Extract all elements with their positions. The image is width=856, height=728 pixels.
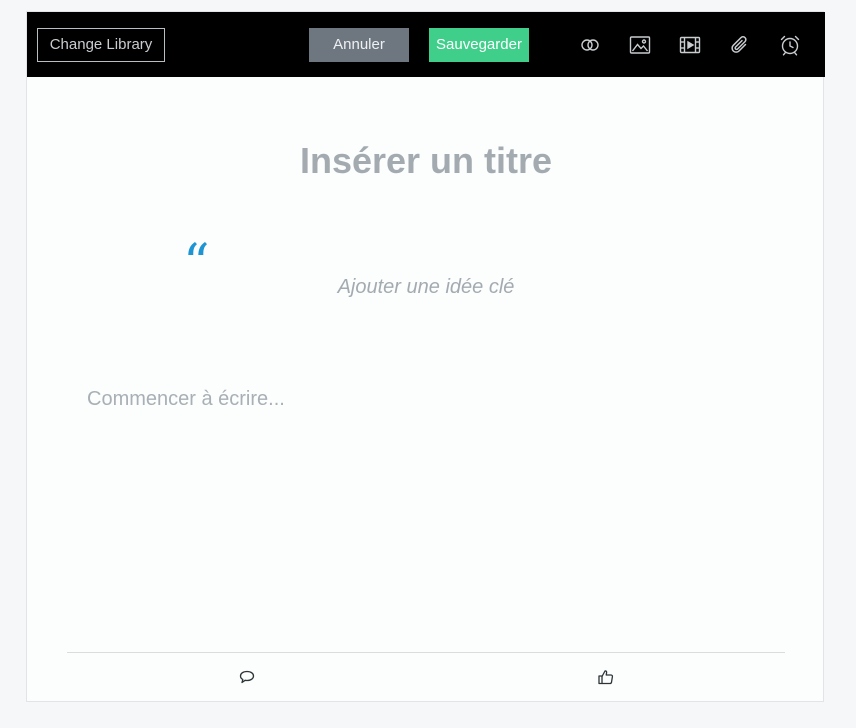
footer-divider <box>67 652 785 653</box>
thumbs-up-icon[interactable] <box>597 668 615 686</box>
video-icon[interactable] <box>678 33 702 57</box>
key-idea-input[interactable]: Ajouter une idée clé <box>27 276 825 299</box>
alarm-clock-icon[interactable] <box>778 33 802 57</box>
save-button[interactable]: Sauvegarder <box>429 28 529 62</box>
cancel-button[interactable]: Annuler <box>309 28 409 62</box>
comment-icon[interactable] <box>238 668 256 686</box>
attachment-icon[interactable] <box>728 33 752 57</box>
editor-card: Change Library Annuler Sauvegarder Insér… <box>26 11 825 702</box>
change-library-button[interactable]: Change Library <box>37 28 165 62</box>
toolbar: Change Library Annuler Sauvegarder <box>27 12 825 77</box>
title-input[interactable]: Insérer un titre <box>27 140 825 182</box>
link-icon[interactable] <box>578 33 602 57</box>
body-input[interactable]: Commencer à écrire... <box>87 388 767 411</box>
image-icon[interactable] <box>628 33 652 57</box>
